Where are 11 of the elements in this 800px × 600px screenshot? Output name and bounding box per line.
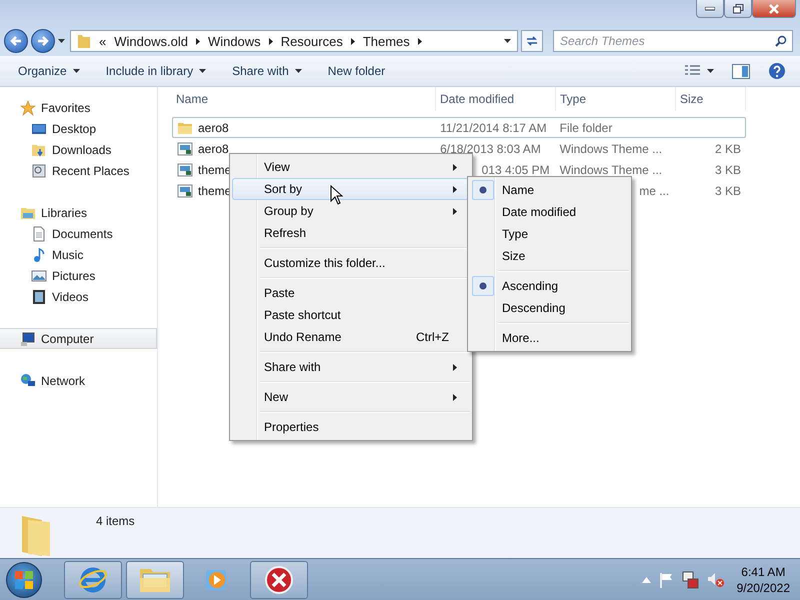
file-type: Windows Theme ... (560, 162, 662, 176)
file-type: File folder (560, 120, 612, 134)
file-size: 3 KB (714, 184, 741, 198)
date-modified: 11/21/2014 8:17 AM (440, 120, 547, 134)
date-modified: 013 4:05 PM (482, 162, 550, 176)
item-count: 4 items (96, 514, 135, 528)
file-type: Windows Theme ... (560, 142, 662, 156)
file-size: 3 KB (714, 162, 741, 176)
file-size: 2 KB (714, 142, 741, 156)
date-modified: 6/18/2013 8:03 AM (440, 142, 541, 156)
file-type: me ... (639, 184, 670, 198)
